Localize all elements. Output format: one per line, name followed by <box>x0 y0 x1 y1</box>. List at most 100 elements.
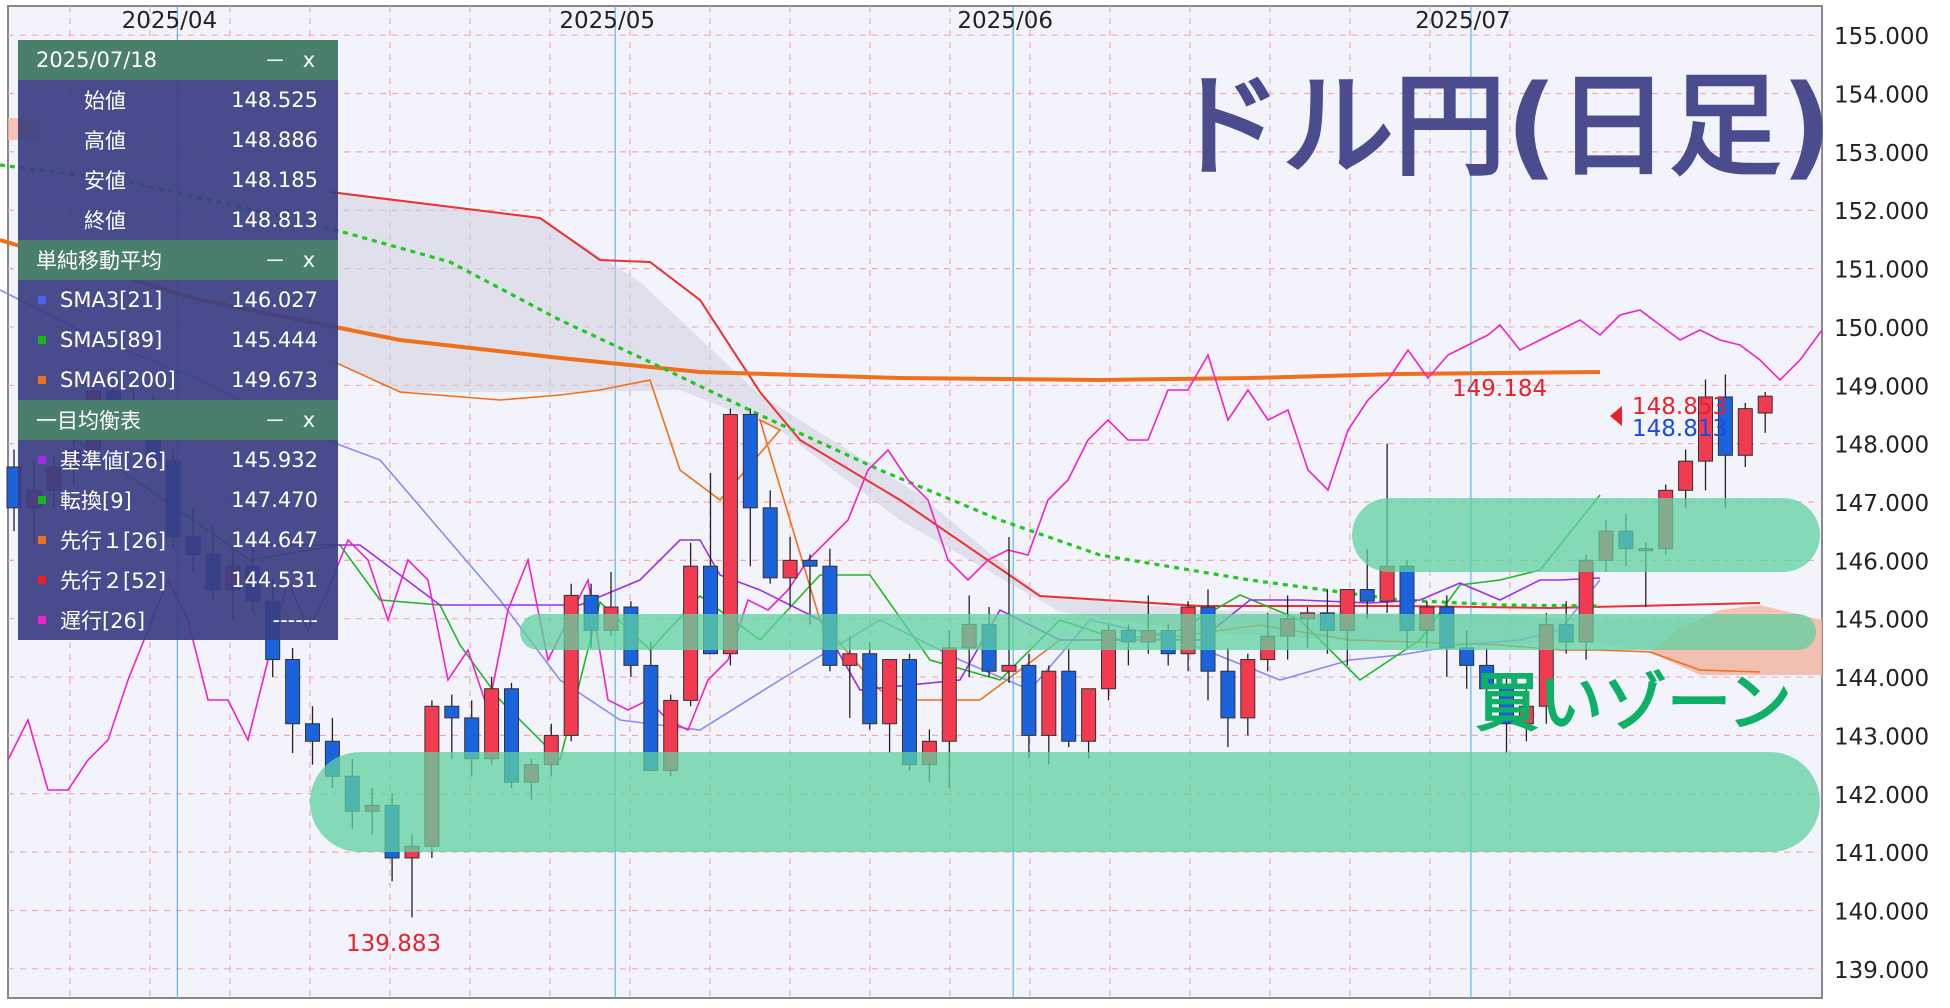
sma-label: SMA6[200] <box>60 368 176 392</box>
ohlc-value: 148.886 <box>231 128 318 152</box>
ask-price-label: 148.813 <box>1632 416 1727 442</box>
ohlc-value: 148.813 <box>231 208 318 232</box>
legend-swatch <box>38 456 46 464</box>
ohlc-label: 終値 <box>84 209 126 233</box>
ichimoku-value: 144.531 <box>231 568 318 592</box>
ichimoku-label: 遅行[26] <box>60 609 146 633</box>
legend-swatch <box>38 376 46 384</box>
y-tick-label: 144.000 <box>1834 666 1929 692</box>
ohlc-row: 高値 148.886 <box>18 120 338 160</box>
candle-body <box>1459 647 1475 666</box>
buy-zone-label: 買いゾーン <box>1475 667 1792 741</box>
candle-body <box>1041 670 1057 736</box>
y-tick-label: 150.000 <box>1834 316 1929 342</box>
candle-body <box>842 653 858 666</box>
ichimoku-value: 147.470 <box>231 488 318 512</box>
candle-body <box>444 705 460 719</box>
sma-label: SMA3[21] <box>60 288 163 312</box>
close-button[interactable]: x <box>292 408 326 432</box>
legend-swatch <box>38 336 46 344</box>
ohlc-row: 終値 148.813 <box>18 200 338 240</box>
candle-body <box>1240 659 1256 719</box>
legend-swatch <box>38 496 46 504</box>
y-tick-label: 139.000 <box>1834 958 1929 984</box>
minimize-button[interactable]: － <box>258 45 292 75</box>
y-tick-label: 149.000 <box>1834 374 1929 400</box>
close-button[interactable]: x <box>292 248 326 272</box>
buy-zone-band <box>1352 498 1820 572</box>
sma-label: SMA5[89] <box>60 328 163 352</box>
x-tick-label: 2025/04 <box>122 8 218 34</box>
ichimoku-row: 先行２[52] 144.531 <box>18 560 338 600</box>
ichimoku-row: 転換[9] 147.470 <box>18 480 338 520</box>
ohlc-label: 高値 <box>84 129 126 153</box>
ichimoku-label: 先行１[26] <box>60 529 167 553</box>
legend-swatch <box>38 616 46 624</box>
candle-body <box>1220 670 1236 719</box>
ichimoku-title: 一目均衡表 <box>36 409 141 433</box>
sma-panel-header: 単純移動平均 － x <box>18 240 338 280</box>
candle-body <box>1081 688 1097 742</box>
candle-body <box>285 659 301 725</box>
indicator-panel: 2025/07/18 － x 始値 148.525 高値 148.886 安値 148… <box>18 40 338 640</box>
candle-body <box>484 688 500 760</box>
x-tick-label: 2025/07 <box>1415 8 1511 34</box>
x-tick-label: 2025/06 <box>957 8 1053 34</box>
candle-body <box>762 507 778 579</box>
ichimoku-row: 基準値[26] 145.932 <box>18 440 338 480</box>
sma-value: 149.673 <box>231 368 318 392</box>
candle-body <box>1021 664 1037 736</box>
ichimoku-value: ------ <box>272 608 318 632</box>
x-tick-label: 2025/05 <box>559 8 655 34</box>
candle-body <box>902 659 917 766</box>
chart-title: ドル円(日足) <box>1170 62 1832 192</box>
y-tick-label: 143.000 <box>1834 724 1929 750</box>
candle-body <box>882 659 898 725</box>
candle-body <box>742 413 758 509</box>
sma-row: SMA5[89] 145.444 <box>18 320 338 360</box>
y-tick-label: 153.000 <box>1834 141 1929 167</box>
ohlc-row: 安値 148.185 <box>18 160 338 200</box>
ohlc-label: 始値 <box>84 89 126 113</box>
ohlc-value: 148.525 <box>231 88 318 112</box>
legend-swatch <box>38 296 46 304</box>
legend-swatch <box>38 536 46 544</box>
ichimoku-label: 転換[9] <box>60 489 132 513</box>
candle-body <box>1061 670 1077 742</box>
y-tick-label: 141.000 <box>1834 841 1929 867</box>
y-tick-label: 151.000 <box>1834 258 1929 284</box>
y-tick-label: 148.000 <box>1834 433 1929 459</box>
sma-title: 単純移動平均 <box>36 249 162 273</box>
candle-body <box>305 723 320 742</box>
ichimoku-label: 先行２[52] <box>60 569 167 593</box>
buy-zone-band <box>310 752 1820 852</box>
ichimoku-row: 遅行[26] ------ <box>18 600 338 640</box>
legend-swatch <box>38 576 46 584</box>
y-tick-label: 154.000 <box>1834 83 1929 109</box>
y-tick-label: 155.000 <box>1834 24 1929 50</box>
ichimoku-value: 144.647 <box>231 528 318 552</box>
candle-body <box>1737 408 1753 456</box>
minimize-button[interactable]: － <box>258 245 292 275</box>
sma-row: SMA6[200] 149.673 <box>18 360 338 400</box>
minimize-button[interactable]: － <box>258 405 292 435</box>
ohlc-date: 2025/07/18 <box>36 48 158 72</box>
y-tick-label: 146.000 <box>1834 549 1929 575</box>
ichimoku-value: 145.932 <box>231 448 318 472</box>
y-tick-label: 152.000 <box>1834 199 1929 225</box>
candle-body <box>1678 460 1694 491</box>
ohlc-row: 始値 148.525 <box>18 80 338 120</box>
y-tick-label: 145.000 <box>1834 608 1929 634</box>
candle-body <box>782 559 798 579</box>
y-tick-label: 140.000 <box>1834 899 1929 925</box>
low-price-label: 139.883 <box>346 931 441 957</box>
candle-body <box>941 647 957 742</box>
candle-body <box>1757 395 1773 414</box>
sma-value: 146.027 <box>231 288 318 312</box>
ohlc-panel-header: 2025/07/18 － x <box>18 40 338 80</box>
buy-zone-band <box>520 614 1816 650</box>
candle-body <box>802 559 818 567</box>
candle-body <box>862 653 878 725</box>
y-tick-label: 142.000 <box>1834 783 1929 809</box>
close-button[interactable]: x <box>292 48 326 72</box>
